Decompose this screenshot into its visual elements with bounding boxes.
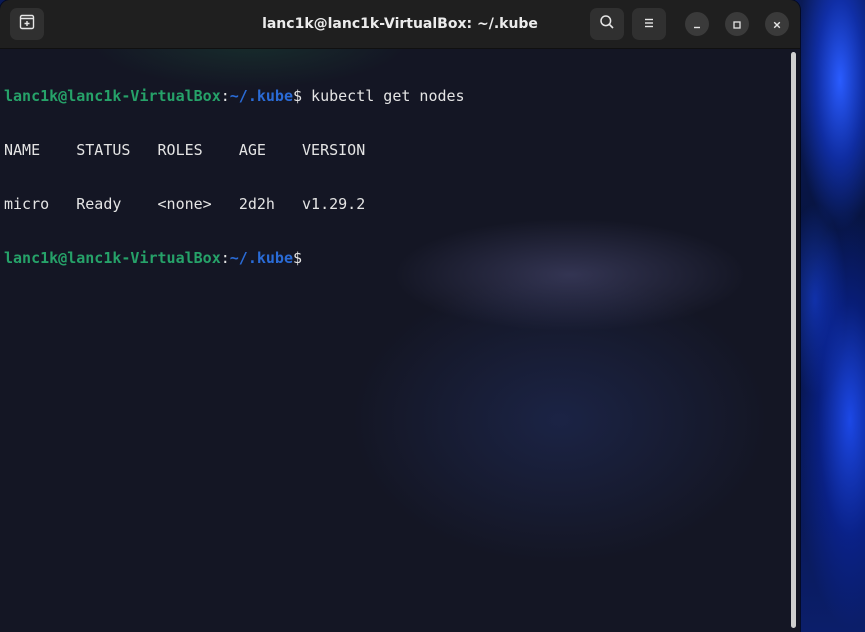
- header-version: VERSION: [302, 141, 366, 159]
- header-roles: ROLES: [157, 141, 203, 159]
- window-title: lanc1k@lanc1k-VirtualBox: ~/.kube: [262, 16, 538, 32]
- node-name: micro: [4, 195, 50, 213]
- maximize-button[interactable]: [725, 12, 749, 36]
- titlebar: lanc1k@lanc1k-VirtualBox: ~/.kube: [0, 0, 800, 49]
- output-node-row: micro Ready <none> 2d2h v1.29.2: [4, 195, 784, 213]
- header-status: STATUS: [76, 141, 131, 159]
- close-button[interactable]: [765, 12, 789, 36]
- maximize-icon: [732, 15, 742, 34]
- prompt-path: ~/.kube: [229, 249, 293, 267]
- search-icon: [599, 14, 615, 34]
- prompt-separator: :: [220, 249, 230, 267]
- menu-button[interactable]: [632, 8, 666, 40]
- terminal-window: lanc1k@lanc1k-VirtualBox: ~/.kube lanc1k…: [0, 0, 800, 632]
- prompt-path: ~/.kube: [229, 87, 293, 105]
- node-status: Ready: [76, 195, 122, 213]
- prompt-user-host: lanc1k@lanc1k-VirtualBox: [4, 87, 221, 105]
- new-tab-button[interactable]: [10, 8, 44, 40]
- prompt-line: lanc1k@lanc1k-VirtualBox:~/.kube$ kubect…: [4, 87, 784, 105]
- search-button[interactable]: [590, 8, 624, 40]
- node-version: v1.29.2: [302, 195, 366, 213]
- hamburger-menu-icon: [642, 15, 656, 34]
- header-age: AGE: [238, 141, 266, 159]
- close-icon: [772, 15, 782, 34]
- prompt-symbol: $: [293, 87, 303, 105]
- new-tab-icon: [19, 14, 35, 34]
- prompt-user-host: lanc1k@lanc1k-VirtualBox: [4, 249, 221, 267]
- minimize-icon: [692, 15, 702, 34]
- node-roles: <none>: [157, 195, 212, 213]
- prompt-line: lanc1k@lanc1k-VirtualBox:~/.kube$: [4, 249, 784, 267]
- prompt-symbol: $: [293, 249, 303, 267]
- terminal-output[interactable]: lanc1k@lanc1k-VirtualBox:~/.kube$ kubect…: [4, 51, 784, 626]
- prompt-separator: :: [220, 87, 230, 105]
- output-header-row: NAME STATUS ROLES AGE VERSION: [4, 141, 784, 159]
- command-text: kubectl get nodes: [302, 87, 465, 105]
- header-name: NAME: [4, 141, 41, 159]
- minimize-button[interactable]: [685, 12, 709, 36]
- scrollbar[interactable]: [791, 52, 796, 628]
- node-age: 2d2h: [238, 195, 275, 213]
